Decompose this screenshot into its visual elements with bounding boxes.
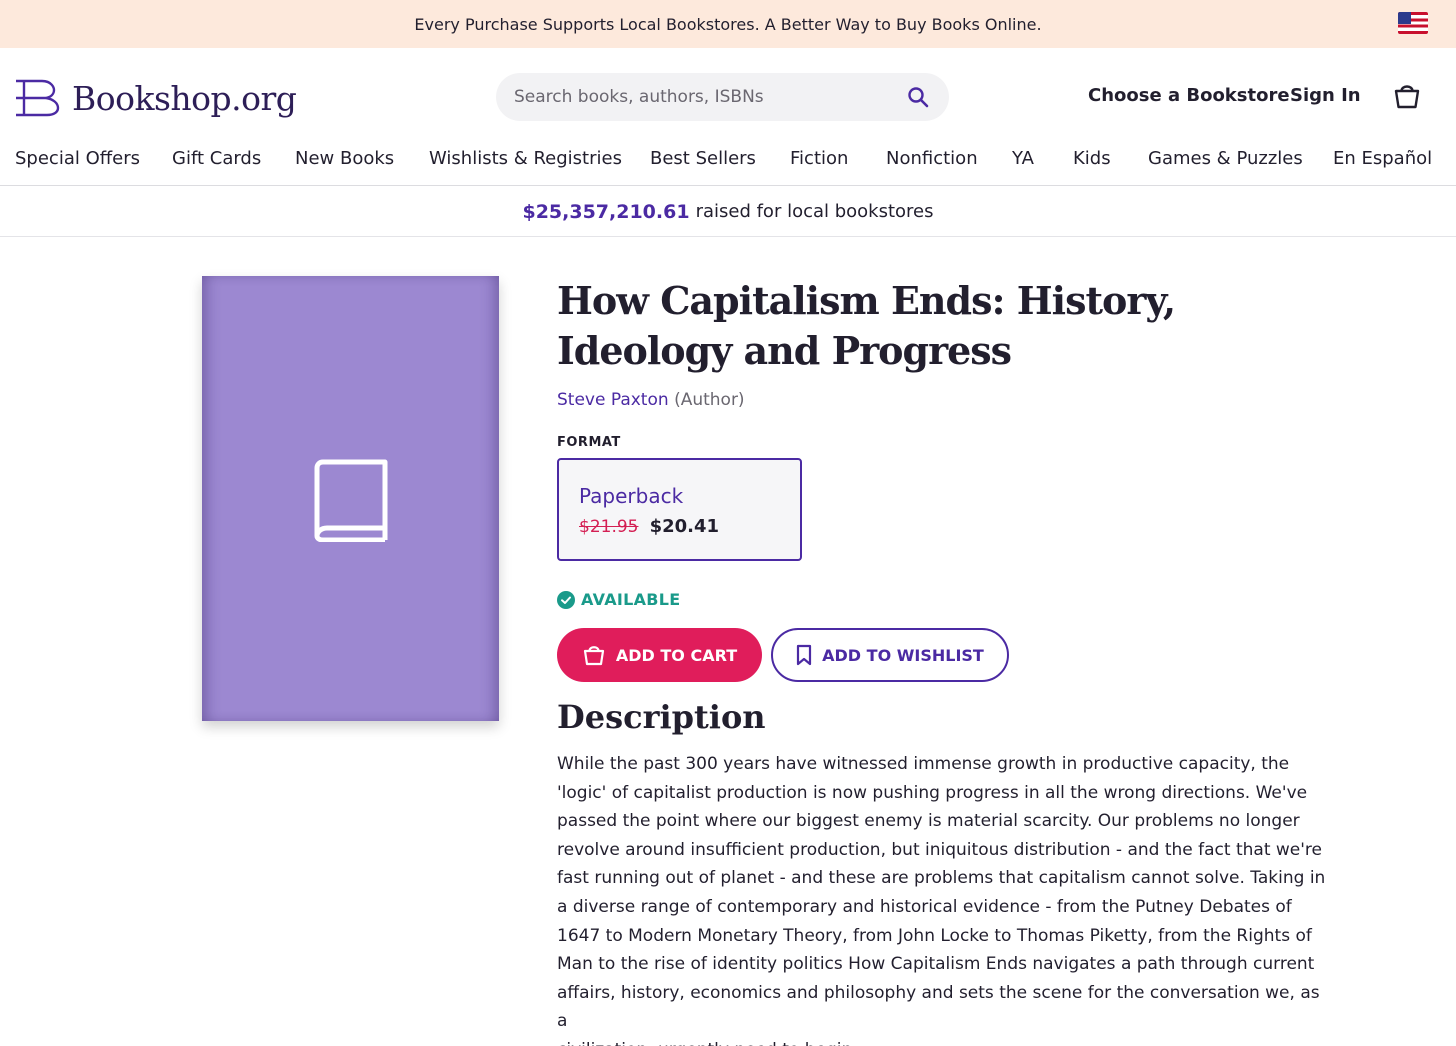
description-line: a diverse range of contemporary and hist… <box>557 896 1292 917</box>
nav-item-ya[interactable]: YA <box>1012 148 1034 169</box>
description-line: revolve around insufficient production, … <box>557 839 1322 860</box>
bookmark-icon <box>797 644 812 666</box>
check-circle-icon <box>557 590 575 609</box>
choose-bookstore-link[interactable]: Choose a Bookstore <box>1088 85 1290 106</box>
book-icon <box>314 459 387 542</box>
nav-item-en-espanol[interactable]: En Español <box>1333 148 1432 169</box>
nav-item-new-books[interactable]: New Books <box>295 148 394 169</box>
author-line: Steve Paxton (Author) <box>557 390 745 410</box>
search-bar <box>496 73 949 121</box>
description-line: fast running out of planet - and these a… <box>557 868 1326 889</box>
description-line: civilization, urgently need to begin... <box>557 1036 1332 1046</box>
description-line: 'logic' of capitalist production is now … <box>557 782 1308 803</box>
description-text: While the past 300 years have witnessed … <box>557 750 1332 1046</box>
nav-item-best-sellers[interactable]: Best Sellers <box>650 148 756 169</box>
raised-banner: $25,357,210.61 raised for local bookstor… <box>0 187 1456 237</box>
cart-button[interactable] <box>1392 82 1424 112</box>
nav-item-kids[interactable]: Kids <box>1073 148 1111 169</box>
promo-banner: Every Purchase Supports Local Bookstores… <box>0 0 1456 48</box>
add-to-wishlist-button[interactable]: ADD TO WISHLIST <box>771 628 1009 682</box>
availability-text: AVAILABLE <box>581 590 681 609</box>
book-title: How Capitalism Ends: History, Ideology a… <box>557 278 1176 373</box>
availability-status: AVAILABLE <box>557 590 681 609</box>
bookshop-logo-icon <box>16 79 60 117</box>
shopping-bag-icon <box>583 646 604 666</box>
description-line: While the past 300 years have witnessed … <box>557 754 1290 774</box>
format-label: FORMAT <box>557 435 621 450</box>
shopping-bag-icon <box>1394 85 1420 109</box>
search-icon <box>908 87 929 108</box>
search-button[interactable] <box>905 84 931 110</box>
format-option-paperback[interactable]: Paperback $21.95 $20.41 <box>557 458 802 561</box>
logo[interactable]: Bookshop.org <box>14 78 297 118</box>
description-line: affairs, history, economics and philosop… <box>557 982 1320 1032</box>
description-line: Man to the rise of identity politics How… <box>557 954 1315 975</box>
raised-amount: $25,357,210.61 <box>522 200 690 223</box>
promo-text: Every Purchase Supports Local Bookstores… <box>414 14 1042 34</box>
author-link[interactable]: Steve Paxton <box>557 390 669 410</box>
nav-item-wishlists[interactable]: Wishlists & Registries <box>429 148 622 169</box>
nav-item-nonfiction[interactable]: Nonfiction <box>886 148 978 169</box>
price-row: $21.95 $20.41 <box>579 516 780 537</box>
nav-item-gift-cards[interactable]: Gift Cards <box>172 148 261 169</box>
category-nav: Special Offers Gift Cards New Books Wish… <box>0 148 1456 186</box>
description-line: passed the point where our biggest enemy… <box>557 811 1300 832</box>
nav-item-games-puzzles[interactable]: Games & Puzzles <box>1148 148 1303 169</box>
book-cover <box>202 276 499 721</box>
author-role: (Author) <box>674 390 745 410</box>
format-name: Paperback <box>579 484 684 508</box>
add-to-cart-label: ADD TO CART <box>615 645 738 665</box>
us-flag-icon[interactable] <box>1398 12 1428 34</box>
nav-item-special-offers[interactable]: Special Offers <box>15 148 140 169</box>
raised-text: raised for local bookstores <box>695 201 934 222</box>
description-heading: Description <box>557 698 766 736</box>
site-header: Bookshop.org Choose a Bookstore Sign In <box>0 48 1456 148</box>
add-to-wishlist-label: ADD TO WISHLIST <box>822 645 984 665</box>
original-price: $21.95 <box>579 517 639 537</box>
nav-item-fiction[interactable]: Fiction <box>790 148 848 169</box>
search-input[interactable] <box>514 87 905 107</box>
sign-in-link[interactable]: Sign In <box>1290 85 1361 106</box>
logo-text: Bookshop.org <box>72 78 297 118</box>
description-line: 1647 to Modern Monetary Theory, from Joh… <box>557 925 1312 946</box>
sale-price: $20.41 <box>649 516 720 537</box>
add-to-cart-button[interactable]: ADD TO CART <box>557 628 762 682</box>
